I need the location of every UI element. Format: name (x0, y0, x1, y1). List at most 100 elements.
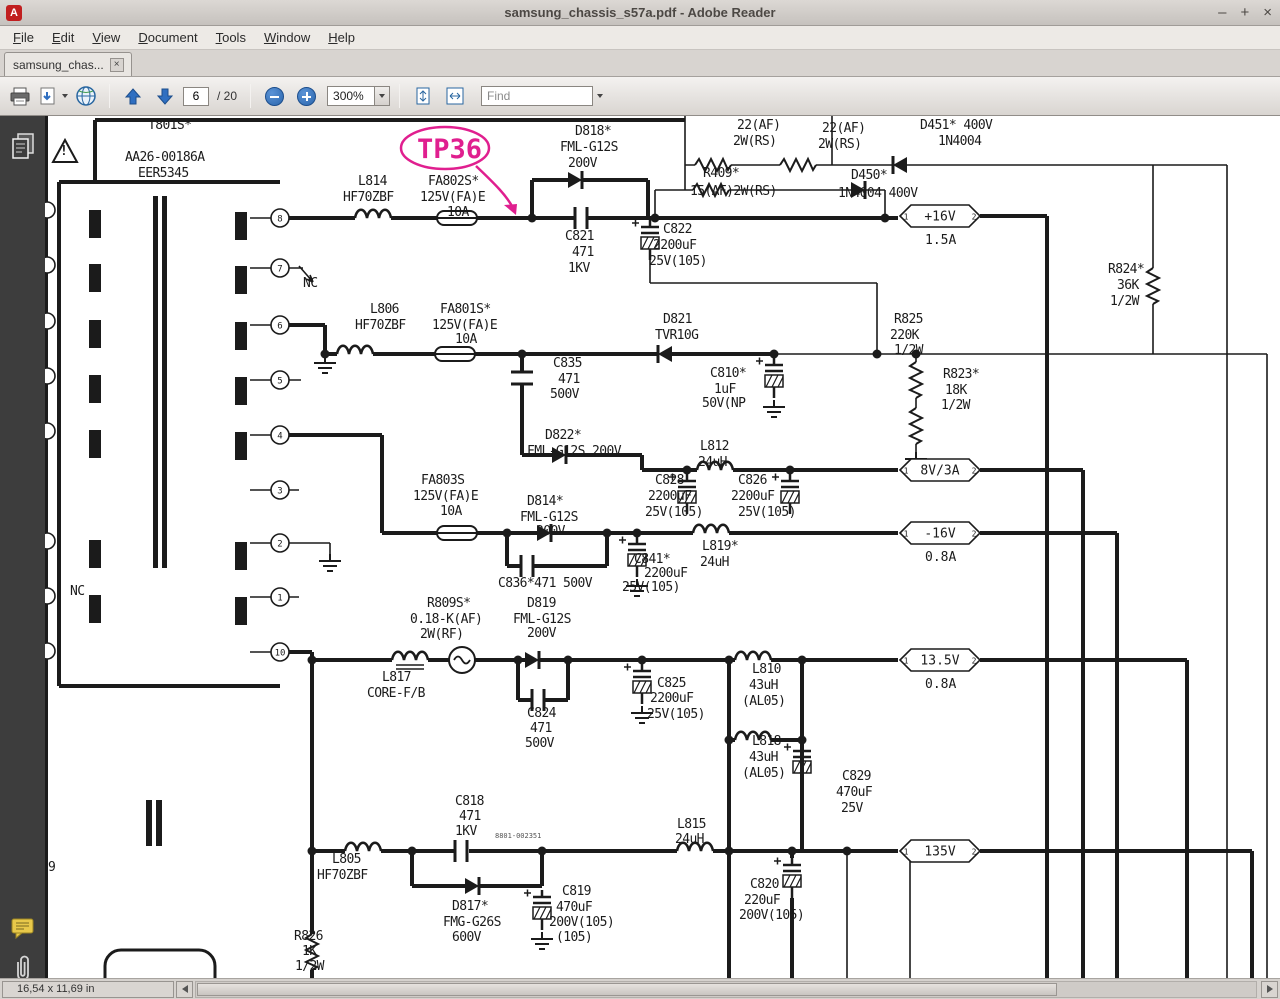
schematic-label: D450* (851, 168, 888, 183)
schematic-label: 36K (1117, 278, 1139, 293)
schematic-label: D817* (452, 899, 489, 914)
maximize-button[interactable]: + (1240, 0, 1249, 26)
find-dropdown-button[interactable] (593, 86, 607, 106)
page-count-label: / 20 (217, 89, 238, 103)
schematic-label: 1K (302, 944, 317, 959)
page-dimensions: 16,54 x 11,69 in (2, 980, 174, 998)
chevron-down-icon (597, 94, 604, 98)
schematic-label: 2200uF (731, 489, 775, 504)
schematic-label: R409* (703, 166, 740, 181)
schematic-label: 600V (452, 930, 482, 945)
schematic-label: D821 (663, 312, 693, 327)
menu-file[interactable]: File (4, 27, 43, 48)
schematic-label: 2200uF (644, 566, 688, 581)
schematic-label: C826 (738, 473, 768, 488)
scroll-right-button[interactable] (1261, 980, 1278, 998)
page-number-input[interactable] (183, 86, 209, 106)
down-arrow-icon (157, 88, 173, 105)
printer-icon (10, 87, 30, 106)
schematic-label: 125V(FA)E (420, 190, 486, 205)
close-button[interactable]: × (1263, 0, 1272, 26)
menu-bar: File Edit View Document Tools Window Help (0, 26, 1280, 50)
schematic-label: R824* (1108, 262, 1145, 277)
schematic-label: 200V (536, 524, 566, 539)
schematic-label: FML-G12S (560, 140, 618, 155)
menu-tools[interactable]: Tools (207, 27, 255, 48)
globe-icon (76, 86, 96, 106)
schematic-label: 200V(105) (739, 908, 805, 923)
schematic-label: 1/2W (295, 959, 325, 974)
page-dimensions-label: 16,54 x 11,69 in (17, 983, 95, 995)
scroll-mode-icon (416, 87, 430, 105)
export-button[interactable] (38, 82, 68, 110)
schematic-label: D814* (527, 494, 564, 509)
schematic-label: C841* (634, 552, 671, 567)
toolbar: / 20 300% (0, 77, 1280, 116)
schematic-label: C820 (750, 877, 780, 892)
print-button[interactable] (6, 82, 34, 110)
schematic-label: 10A (447, 205, 469, 220)
chevron-down-icon (379, 94, 386, 98)
schematic-label: C821 (565, 229, 595, 244)
schematic-label: 125V(FA)E (432, 318, 498, 333)
schematic-label: L806 (370, 302, 400, 317)
document-tab[interactable]: samsung_chas... × (4, 52, 132, 76)
schematic-label: 1/2W (1110, 294, 1140, 309)
zoom-in-button[interactable] (292, 82, 320, 110)
schematic-label: 1/2W (894, 343, 924, 358)
schematic-label: 2W(RS) (733, 134, 777, 149)
zoom-dropdown-button[interactable] (375, 86, 391, 106)
schematic-label: 2W(RF) (420, 627, 464, 642)
zoom-out-button[interactable] (260, 82, 288, 110)
pages-panel-button[interactable] (10, 132, 36, 165)
schematic-label: 500V (550, 387, 580, 402)
tab-close-icon[interactable]: × (109, 57, 124, 72)
schematic-label: 15(AF)2W(RS) (690, 184, 777, 199)
fit-window-button[interactable] (441, 82, 469, 110)
minimize-button[interactable]: – (1218, 0, 1226, 26)
schematic-label: C819 (562, 884, 592, 899)
zoom-out-icon (264, 86, 284, 106)
schematic-label: 1KV (455, 824, 477, 839)
adobe-reader-icon: A (6, 4, 22, 21)
schematic-label: 8801-002351 (495, 832, 542, 840)
schematic-label: 25V(105) (738, 505, 796, 520)
schematic-label: L817 (382, 670, 412, 685)
schematic-label: 1N4004 400V (838, 186, 918, 201)
schematic-label: C829 (842, 769, 872, 784)
schematic-label: 24uH (698, 455, 728, 470)
scroll-left-button[interactable] (176, 980, 193, 998)
menu-edit[interactable]: Edit (43, 27, 83, 48)
schematic-label: 200V (568, 156, 598, 171)
web-button[interactable] (72, 82, 100, 110)
schematic-label: 25V(105) (622, 580, 680, 595)
menu-help[interactable]: Help (319, 27, 364, 48)
scrollbar-thumb[interactable] (197, 982, 1057, 996)
schematic-label: R809S* (427, 596, 471, 611)
schematic-label: L805 (332, 852, 362, 867)
schematic-label: 22(AF) (737, 118, 781, 133)
zoom-level-value[interactable]: 300% (327, 86, 376, 106)
menu-document[interactable]: Document (129, 27, 206, 48)
horizontal-scrollbar[interactable] (195, 980, 1257, 998)
schematic-label: HF70ZBF (355, 318, 406, 333)
schematic-label: TP36 (417, 134, 483, 165)
document-canvas[interactable]: 8 7 6 5 4 3 2 1 10 +16V 1 2 1.5A 8V/3A 1 2 -16V 1 2 0.8A 13.… (45, 116, 1280, 978)
schematic-label: 200V(105) (549, 915, 615, 930)
menu-view[interactable]: View (83, 27, 129, 48)
schematic-label: L819* (702, 539, 739, 554)
schematic-label: L814 (358, 174, 388, 189)
export-dropdown-icon (62, 94, 68, 98)
menu-window[interactable]: Window (255, 27, 319, 48)
schematic-label: C836*471 500V (498, 576, 593, 591)
status-bar: 16,54 x 11,69 in (0, 978, 1280, 999)
schematic-label: FA802S* (428, 174, 479, 189)
schematic-label: 2200uF (648, 489, 692, 504)
comments-panel-button[interactable] (10, 916, 36, 945)
find-input[interactable] (481, 86, 594, 106)
schematic-label: C822 (663, 222, 693, 237)
scroll-mode-button[interactable] (409, 82, 437, 110)
next-page-button[interactable] (151, 82, 179, 110)
previous-page-button[interactable] (119, 82, 147, 110)
schematic-label: C835 (553, 356, 583, 371)
